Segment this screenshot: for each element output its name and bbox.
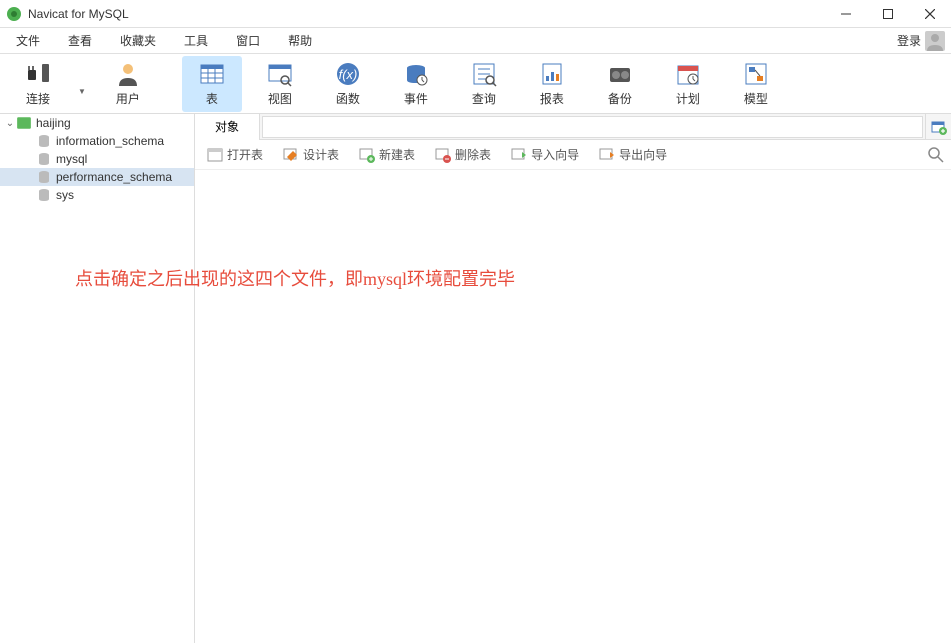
login-label: 登录 xyxy=(897,32,921,49)
tool-label: 计划 xyxy=(676,90,700,107)
annotation-text: 点击确定之后出现的这四个文件，即mysql环境配置完毕 xyxy=(75,265,515,291)
database-name: performance_schema xyxy=(56,170,172,184)
database-name: mysql xyxy=(56,152,87,166)
sidebar: ⌄ haijing information_schema mysql perfo… xyxy=(0,114,195,643)
action-delete-table[interactable]: 删除表 xyxy=(429,143,497,166)
chevron-down-icon[interactable]: ▼ xyxy=(78,87,86,96)
tree-connection[interactable]: ⌄ haijing xyxy=(0,114,194,132)
tab-row: 对象 xyxy=(195,114,951,140)
close-button[interactable] xyxy=(909,0,951,28)
login-area[interactable]: 登录 xyxy=(897,31,949,51)
tool-view[interactable]: 视图 xyxy=(250,56,310,112)
model-icon xyxy=(742,60,770,88)
action-import-wizard[interactable]: 导入向导 xyxy=(505,143,585,166)
database-icon xyxy=(36,151,52,167)
menu-view[interactable]: 查看 xyxy=(54,28,106,53)
tool-user[interactable]: 用户 xyxy=(98,56,158,112)
function-icon: f(x) xyxy=(334,60,362,88)
tree-database[interactable]: mysql xyxy=(0,150,194,168)
tool-label: 视图 xyxy=(268,90,292,107)
action-export-wizard[interactable]: 导出向导 xyxy=(593,143,673,166)
tool-event[interactable]: 事件 xyxy=(386,56,446,112)
database-icon xyxy=(36,187,52,203)
menu-help[interactable]: 帮助 xyxy=(274,28,326,53)
tool-label: 模型 xyxy=(744,90,768,107)
app-logo-icon xyxy=(6,6,22,22)
action-design-table[interactable]: 设计表 xyxy=(277,143,345,166)
main-content: 点击确定之后出现的这四个文件，即mysql环境配置完毕 xyxy=(195,170,951,643)
window-title: Navicat for MySQL xyxy=(28,7,129,21)
table-icon xyxy=(198,60,226,88)
svg-text:f(x): f(x) xyxy=(339,67,358,82)
search-icon[interactable] xyxy=(927,146,945,164)
menu-file[interactable]: 文件 xyxy=(2,28,54,53)
view-icon xyxy=(266,60,294,88)
user-icon xyxy=(114,60,142,88)
avatar-icon xyxy=(925,31,945,51)
window-controls xyxy=(825,0,951,28)
plug-icon xyxy=(24,60,52,88)
tab-objects[interactable]: 对象 xyxy=(195,114,260,140)
tool-function[interactable]: f(x) 函数 xyxy=(318,56,378,112)
menu-tools[interactable]: 工具 xyxy=(170,28,222,53)
tool-label: 函数 xyxy=(336,90,360,107)
tool-label: 表 xyxy=(206,90,218,107)
connection-icon xyxy=(16,115,32,131)
tool-label: 事件 xyxy=(404,90,428,107)
main-panel: 对象 打开表 设计表 新建表 删除表 xyxy=(195,114,951,643)
maximize-button[interactable] xyxy=(867,0,909,28)
tool-connection[interactable]: 连接 xyxy=(8,56,68,112)
new-table-icon xyxy=(359,147,375,163)
collapse-icon[interactable]: ⌄ xyxy=(4,118,16,129)
tool-table[interactable]: 表 xyxy=(182,56,242,112)
open-table-icon xyxy=(207,147,223,163)
tool-query[interactable]: 查询 xyxy=(454,56,514,112)
title-bar: Navicat for MySQL xyxy=(0,0,951,28)
object-filter-input[interactable] xyxy=(262,116,923,138)
database-icon xyxy=(36,169,52,185)
connection-name: haijing xyxy=(36,116,71,130)
tool-schedule[interactable]: 计划 xyxy=(658,56,718,112)
main-toolbar: 连接 ▼ 用户 表 视图 f(x) 函数 事件 查询 报表 备份 计划 模型 xyxy=(0,54,951,114)
tree-database[interactable]: sys xyxy=(0,186,194,204)
plus-icon xyxy=(931,119,947,135)
backup-icon xyxy=(606,60,634,88)
schedule-icon xyxy=(674,60,702,88)
tool-report[interactable]: 报表 xyxy=(522,56,582,112)
database-icon xyxy=(36,133,52,149)
event-icon xyxy=(402,60,430,88)
tool-label: 报表 xyxy=(540,90,564,107)
action-open-table[interactable]: 打开表 xyxy=(201,143,269,166)
tool-label: 用户 xyxy=(116,90,140,107)
tree-database[interactable]: information_schema xyxy=(0,132,194,150)
add-tab-button[interactable] xyxy=(925,114,951,140)
tool-backup[interactable]: 备份 xyxy=(590,56,650,112)
action-bar: 打开表 设计表 新建表 删除表 导入向导 导出向导 xyxy=(195,140,951,170)
tool-label: 连接 xyxy=(26,90,50,107)
menu-favorites[interactable]: 收藏夹 xyxy=(106,28,170,53)
minimize-button[interactable] xyxy=(825,0,867,28)
query-icon xyxy=(470,60,498,88)
report-icon xyxy=(538,60,566,88)
menu-window[interactable]: 窗口 xyxy=(222,28,274,53)
tool-label: 备份 xyxy=(608,90,632,107)
tree-database[interactable]: performance_schema xyxy=(0,168,194,186)
tool-label: 查询 xyxy=(472,90,496,107)
tool-model[interactable]: 模型 xyxy=(726,56,786,112)
design-table-icon xyxy=(283,147,299,163)
import-icon xyxy=(511,147,527,163)
database-name: sys xyxy=(56,188,74,202)
delete-table-icon xyxy=(435,147,451,163)
menu-bar: 文件 查看 收藏夹 工具 窗口 帮助 登录 xyxy=(0,28,951,54)
action-new-table[interactable]: 新建表 xyxy=(353,143,421,166)
export-icon xyxy=(599,147,615,163)
database-name: information_schema xyxy=(56,134,164,148)
